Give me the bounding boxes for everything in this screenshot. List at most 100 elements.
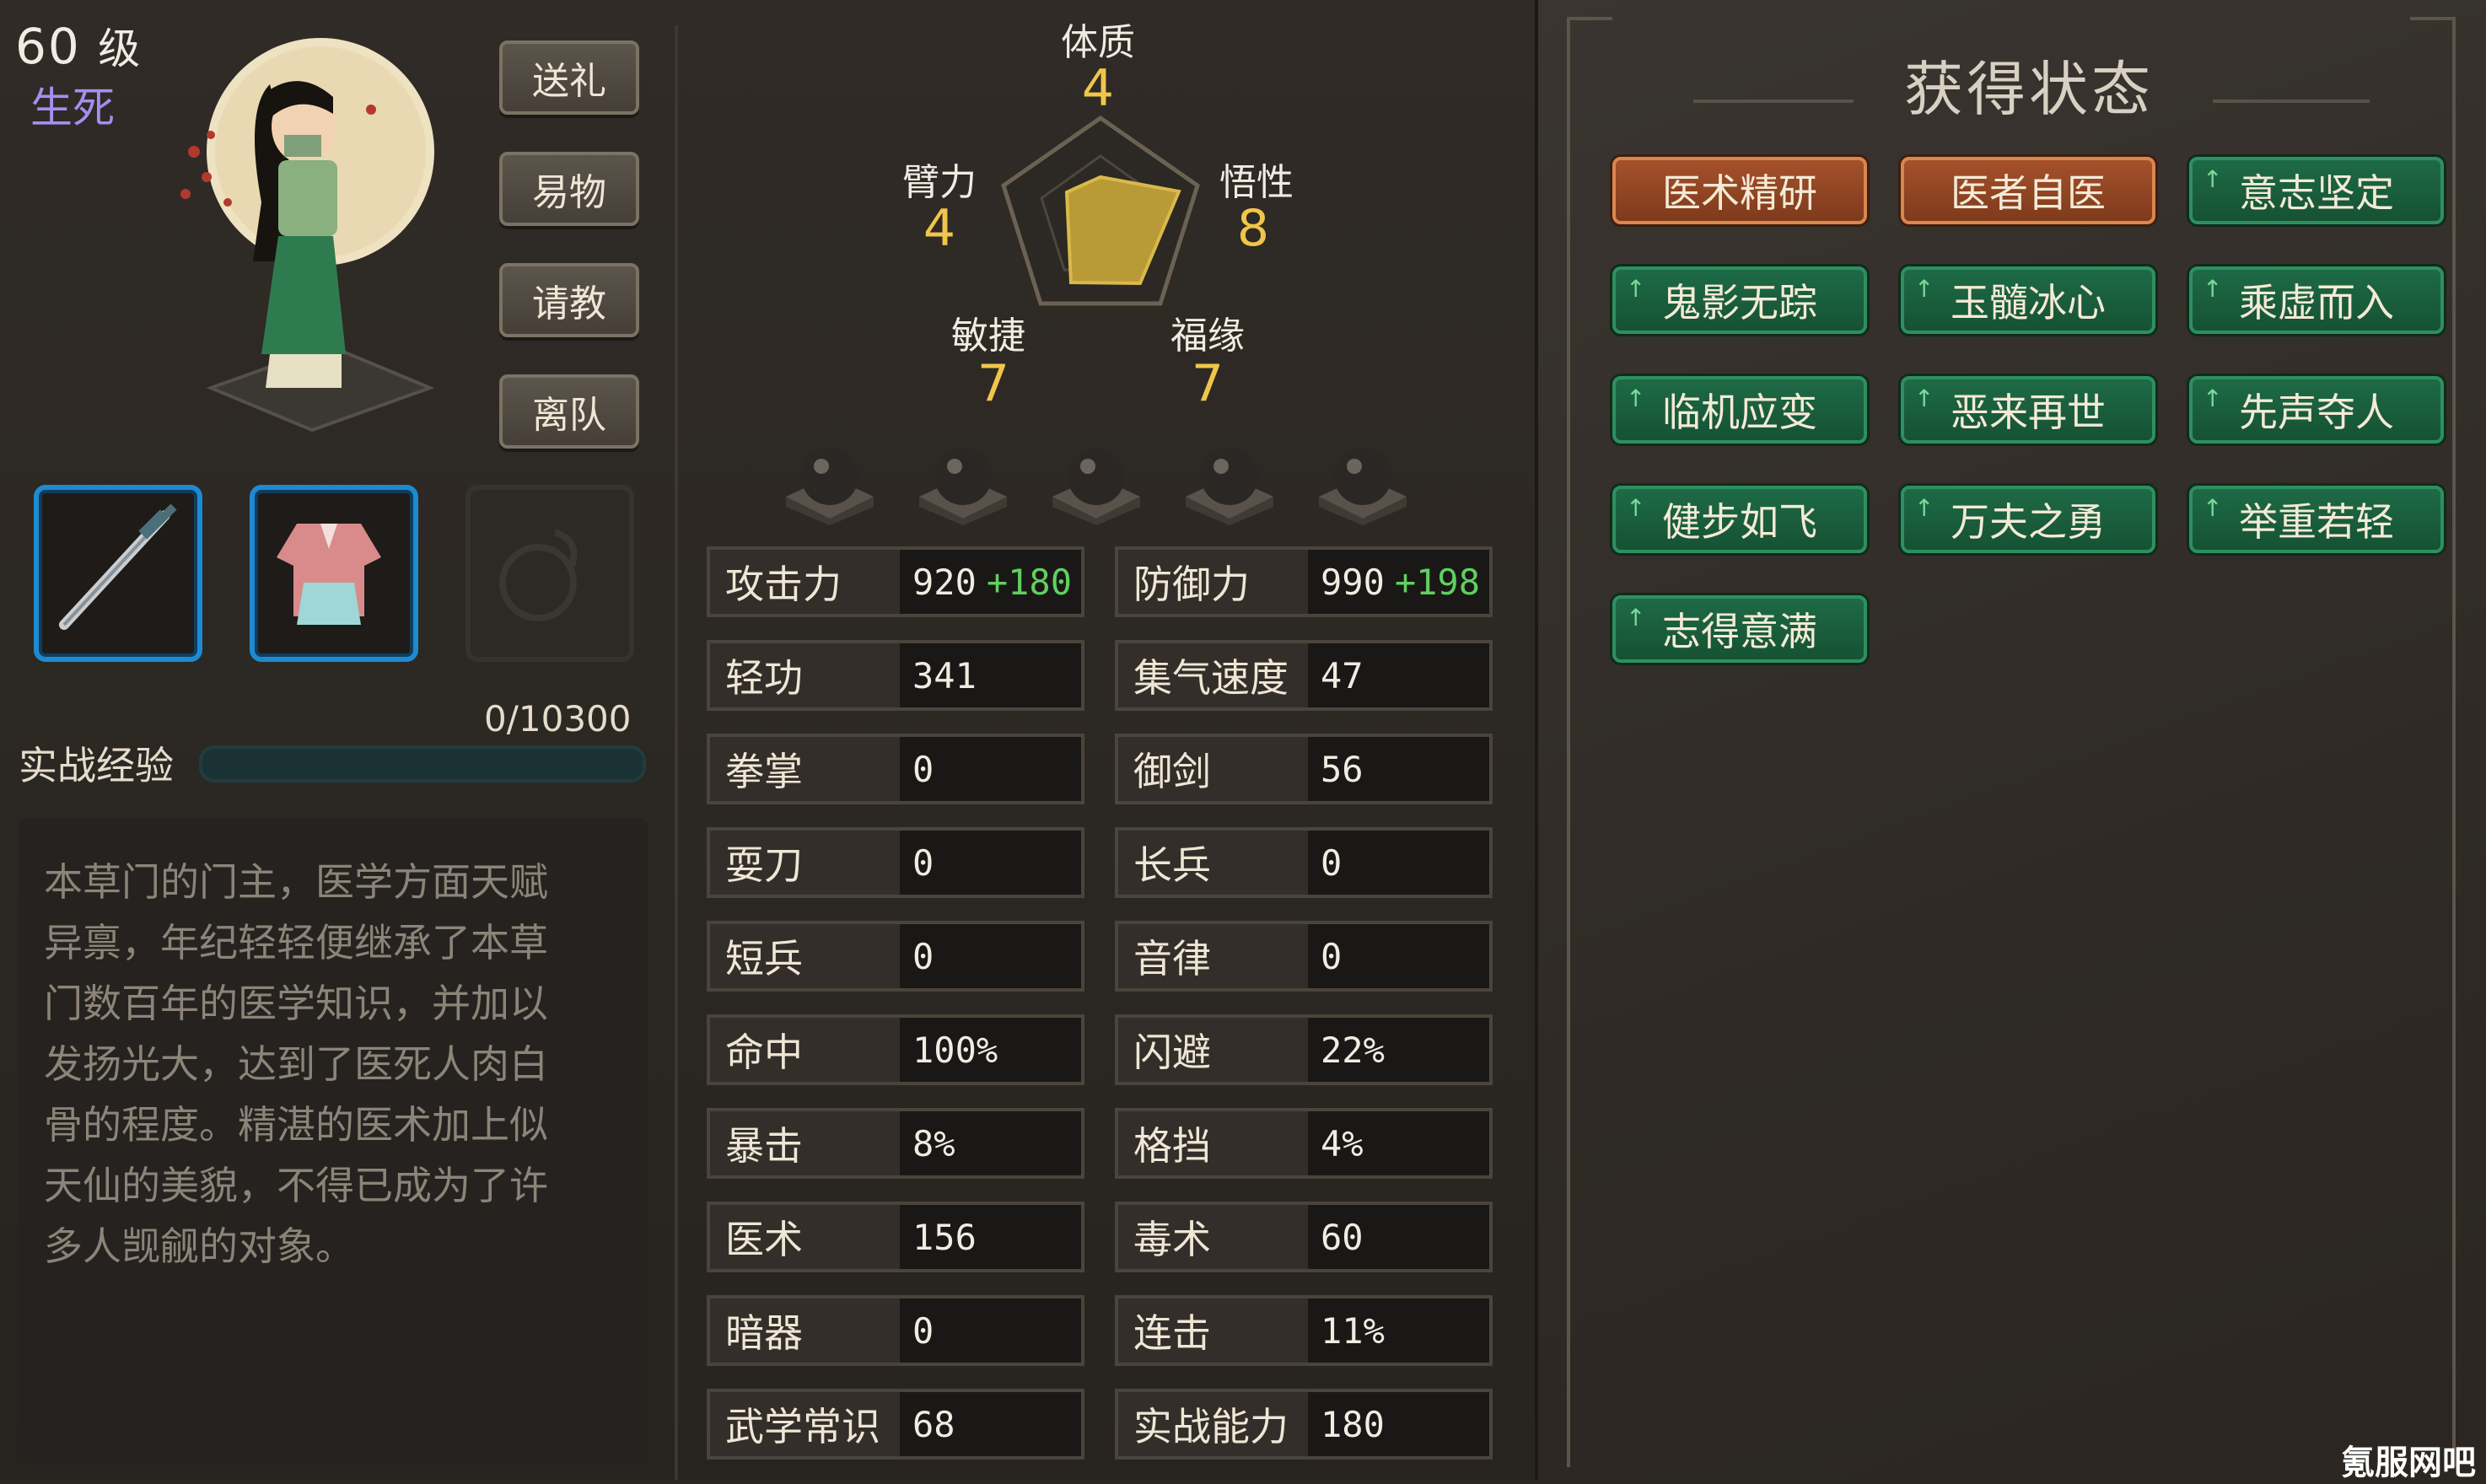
stat-label: 耍刀 (710, 831, 900, 895)
stat-label: 毒术 (1118, 1205, 1308, 1269)
stat-value: 0 (912, 748, 934, 790)
stat-combat-ability: 实战能力 180 (1115, 1389, 1493, 1460)
stat-hidden-weapon: 暗器 0 (707, 1295, 1084, 1366)
status-badge-label: 玉髓冰心 (1951, 280, 2106, 325)
stat-value: 47 (1321, 654, 1364, 696)
status-badge-label: 临机应变 (1662, 390, 1817, 435)
stat-value: 22% (1321, 1029, 1385, 1071)
gift-button[interactable]: 送礼 (499, 40, 639, 115)
trade-button[interactable]: 易物 (499, 152, 639, 226)
stat-value: 0 (1321, 935, 1343, 977)
column-divider (675, 25, 678, 1480)
gem-socket-1[interactable] (779, 434, 880, 527)
fate-tag: 生死 (30, 83, 115, 132)
stat-value: 60 (1321, 1216, 1364, 1258)
stat-label: 短兵 (710, 924, 900, 988)
status-panel-title: 获得状态 (1904, 55, 2154, 124)
frame-line-top (1567, 17, 1612, 20)
frame-line-left (1567, 17, 1570, 1467)
stat-medicine: 医术 156 (707, 1202, 1084, 1272)
armor-slot[interactable] (250, 485, 418, 662)
stat-defense: 防御力 990 +198 (1115, 546, 1493, 617)
stat-qi-speed: 集气速度 47 (1115, 640, 1493, 711)
weapon-slot[interactable] (34, 485, 202, 662)
stat-label: 音律 (1118, 924, 1308, 988)
up-arrow-icon: ↑ (2203, 384, 2223, 412)
stat-value: 4% (1321, 1122, 1364, 1164)
gem-socket-5[interactable] (1312, 434, 1413, 527)
stat-poison: 毒术 60 (1115, 1202, 1493, 1272)
stat-label: 医术 (710, 1205, 900, 1269)
level-unit: 级 (98, 24, 143, 73)
stat-label: 长兵 (1118, 831, 1308, 895)
attribute-radar-chart (1001, 115, 1200, 306)
status-badge[interactable]: ↑ 玉髓冰心 (1901, 266, 2155, 334)
stat-label: 暴击 (710, 1111, 900, 1175)
status-badge-label: 意志坚定 (2239, 170, 2394, 216)
stat-value: 100% (912, 1029, 998, 1071)
stat-label: 连击 (1118, 1298, 1308, 1363)
status-badge[interactable]: ↑ 意志坚定 (2189, 157, 2444, 224)
stat-value: 68 (912, 1403, 955, 1445)
title-ornament-left (1693, 99, 1854, 103)
status-badge[interactable]: ↑ 鬼影无踪 (1612, 266, 1867, 334)
status-badge[interactable]: ↑ 志得意满 (1612, 595, 1867, 663)
status-badge-label: 恶来再世 (1951, 390, 2106, 435)
stat-label: 攻击力 (710, 550, 900, 614)
stat-bonus: +198 (1394, 561, 1481, 603)
exp-progress-bar (199, 745, 646, 782)
status-badge[interactable]: ↑ 临机应变 (1612, 376, 1867, 444)
stat-music: 音律 0 (1115, 921, 1493, 992)
accessory-slot[interactable] (465, 485, 634, 662)
stat-fist: 拳掌 0 (707, 734, 1084, 804)
stat-short-weapon: 短兵 0 (707, 921, 1084, 992)
up-arrow-icon: ↑ (2203, 165, 2223, 193)
stat-value: 8% (912, 1122, 955, 1164)
exp-label: 实战经验 (19, 743, 174, 788)
status-badge[interactable]: ↑ 恶来再世 (1901, 376, 2155, 444)
gem-socket-4[interactable] (1179, 434, 1280, 527)
up-arrow-icon: ↑ (2203, 494, 2223, 522)
status-badge[interactable]: ↑ 万夫之勇 (1901, 486, 2155, 553)
up-arrow-icon: ↑ (1626, 275, 1646, 303)
up-arrow-icon: ↑ (1914, 275, 1934, 303)
stat-value: 0 (912, 1309, 934, 1352)
level-number: 60 (15, 18, 81, 75)
character-portrait (160, 34, 464, 455)
stat-combo: 连击 11% (1115, 1295, 1493, 1366)
attr-value-insight: 8 (1236, 199, 1270, 258)
gem-socket-3[interactable] (1046, 434, 1147, 527)
stat-label: 御剑 (1118, 737, 1308, 801)
frame-line-top-r (2410, 17, 2456, 20)
stat-value: 920 +180 (912, 561, 1073, 603)
leave-party-button[interactable]: 离队 (499, 374, 639, 449)
status-badge[interactable]: ↑ 先声夺人 (2189, 376, 2444, 444)
status-badge[interactable]: 医术精研 (1612, 157, 1867, 224)
stat-accuracy: 命中 100% (707, 1014, 1084, 1085)
status-badge-label: 医者自医 (1951, 170, 2106, 216)
stat-label: 实战能力 (1118, 1392, 1308, 1456)
status-badge-label: 乘虚而入 (2239, 280, 2394, 325)
stat-label: 武学常识 (710, 1392, 900, 1456)
stat-value: 0 (912, 935, 934, 977)
stat-attack: 攻击力 920 +180 (707, 546, 1084, 617)
status-badge[interactable]: 医者自医 (1901, 157, 2155, 224)
stat-bonus: +180 (986, 561, 1073, 603)
attr-name-strength: 臂力 (902, 161, 977, 204)
gem-socket-2[interactable] (912, 434, 1014, 527)
stat-value: 156 (912, 1216, 977, 1258)
attr-value-strength: 4 (923, 199, 956, 258)
up-arrow-icon: ↑ (1914, 494, 1934, 522)
status-badge-label: 鬼影无踪 (1662, 280, 1817, 325)
status-badge[interactable]: ↑ 健步如飞 (1612, 486, 1867, 553)
up-arrow-icon: ↑ (2203, 275, 2223, 303)
exp-value: 0/10300 (484, 698, 632, 739)
consult-button[interactable]: 请教 (499, 263, 639, 337)
attr-value-agility: 7 (977, 354, 1010, 413)
status-badge[interactable]: ↑ 举重若轻 (2189, 486, 2444, 553)
attr-value-constitution: 4 (1081, 59, 1115, 118)
status-badge-label: 志得意满 (1662, 609, 1817, 654)
attr-name-constitution: 体质 (1061, 21, 1135, 64)
stat-label: 格挡 (1118, 1111, 1308, 1175)
status-badge[interactable]: ↑ 乘虚而入 (2189, 266, 2444, 334)
